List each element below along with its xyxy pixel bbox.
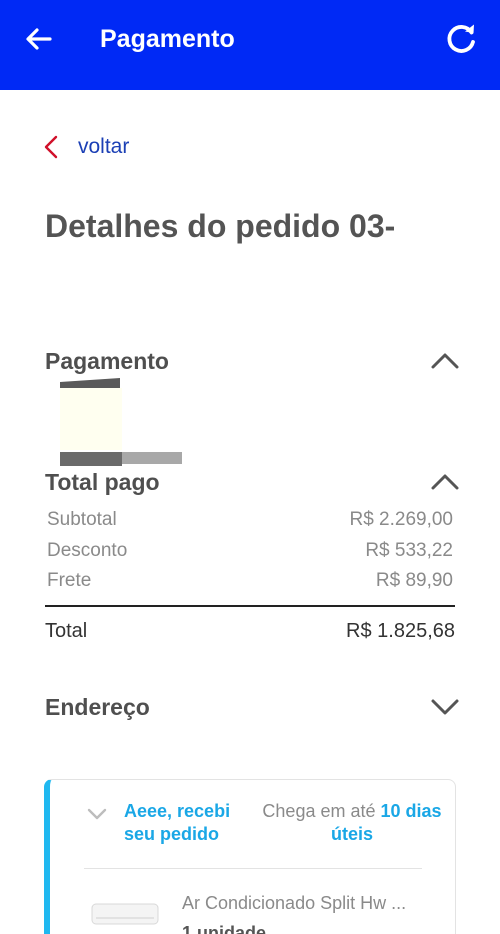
shipping-label: Frete	[47, 570, 92, 591]
shipping-row: Frete R$ 89,90	[47, 568, 453, 594]
product-quantity: 1 unidade	[182, 923, 267, 934]
delivery-eta: Chega em até 10 dias úteis	[262, 800, 442, 846]
order-title-clipped: ··· ·· · ·	[45, 246, 305, 262]
chevron-up-icon[interactable]	[430, 349, 460, 373]
payment-section-header[interactable]: Pagamento	[45, 345, 460, 377]
chevron-up-icon[interactable]	[430, 470, 460, 494]
payment-section-title: Pagamento	[45, 348, 169, 374]
discount-value: R$ 533,22	[365, 540, 453, 561]
delivery-card[interactable]: Aeee, recebi seu pedido Chega em até 10 …	[44, 779, 456, 934]
address-section-header[interactable]: Endereço	[45, 691, 460, 723]
app-bar: Pagamento	[0, 0, 500, 90]
subtotal-row: Subtotal R$ 2.269,00	[47, 507, 453, 533]
chevron-down-icon[interactable]	[86, 806, 108, 822]
product-image	[91, 903, 159, 925]
shipping-value: R$ 89,90	[375, 570, 453, 591]
total-section-title: Total pago	[45, 469, 160, 495]
address-section-title: Endereço	[45, 694, 150, 720]
order-title: Detalhes do pedido 03-	[45, 208, 396, 244]
discount-label: Desconto	[47, 540, 128, 561]
eta-prefix: Chega em até	[262, 801, 376, 821]
delivery-divider	[84, 868, 422, 869]
discount-row: Desconto R$ 533,22	[47, 538, 453, 564]
voltar-label: voltar	[78, 135, 130, 158]
product-name: Ar Condicionado Split Hw ...	[182, 893, 407, 913]
subtotal-label: Subtotal	[47, 509, 117, 530]
total-section-header[interactable]: Total pago	[45, 466, 460, 498]
total-divider	[45, 605, 455, 607]
arrow-left-icon[interactable]	[22, 22, 56, 56]
refresh-icon[interactable]	[442, 20, 480, 58]
page-title: Pagamento	[100, 25, 235, 53]
total-value: R$ 1.825,68	[346, 620, 455, 642]
total-row: Total R$ 1.825,68	[45, 617, 455, 645]
chevron-left-icon	[44, 135, 58, 159]
subtotal-value: R$ 2.269,00	[349, 509, 453, 530]
delivery-status: Aeee, recebi seu pedido	[124, 801, 231, 844]
total-label: Total	[45, 620, 88, 642]
voltar-link[interactable]: voltar	[42, 132, 129, 162]
payment-card-image	[60, 378, 182, 466]
chevron-down-icon[interactable]	[430, 695, 460, 719]
